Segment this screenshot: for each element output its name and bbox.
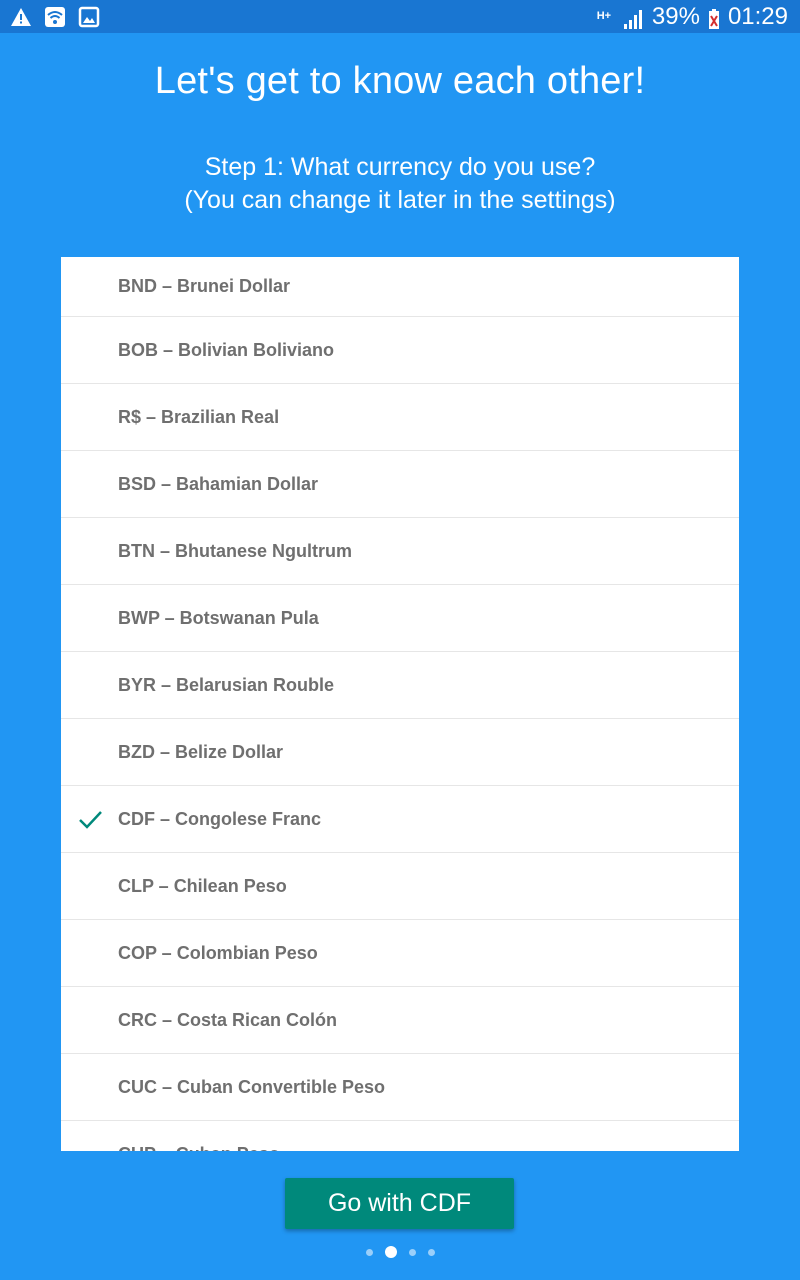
currency-item-label: BTN – Bhutanese Ngultrum xyxy=(118,540,353,561)
currency-item[interactable]: CLP – Chilean Peso xyxy=(61,853,739,920)
page-indicator xyxy=(0,1246,800,1258)
page-title: Let's get to know each other! xyxy=(154,60,646,102)
gallery-icon xyxy=(78,6,100,28)
currency-item-label: CRC – Costa Rican Colón xyxy=(118,1009,338,1030)
currency-item-label: R$ – Brazilian Real xyxy=(118,406,280,427)
checkmark-icon xyxy=(79,811,102,829)
currency-item[interactable]: CDF – Congolese Franc xyxy=(61,786,739,853)
go-with-currency-button[interactable]: Go with CDF xyxy=(285,1178,514,1229)
clock: 01:29 xyxy=(727,3,788,30)
currency-item-label: BYR – Belarusian Rouble xyxy=(118,674,335,695)
currency-item[interactable]: BTN – Bhutanese Ngultrum xyxy=(61,518,739,585)
currency-item[interactable]: COP – Colombian Peso xyxy=(61,920,739,987)
subtitle-step: Step 1: What currency do you use? xyxy=(204,153,596,181)
currency-item[interactable]: CRC – Costa Rican Colón xyxy=(61,987,739,1054)
page-dot xyxy=(408,1248,416,1256)
currency-item[interactable]: BSD – Bahamian Dollar xyxy=(61,451,739,518)
currency-item[interactable]: CUC – Cuban Convertible Peso xyxy=(61,1054,739,1121)
currency-item-label: BWP – Botswanan Pula xyxy=(118,607,319,628)
battery-icon xyxy=(708,6,720,29)
network-type: H+ xyxy=(596,10,612,22)
currency-item[interactable]: CUP – Cuban Peso xyxy=(61,1121,739,1152)
battery-percent: 39% xyxy=(651,3,700,30)
currency-item-label: COP – Colombian Peso xyxy=(118,942,318,963)
currency-item[interactable]: BWP – Botswanan Pula xyxy=(61,585,739,652)
currency-item-label: BZD – Belize Dollar xyxy=(118,741,284,762)
currency-item-label: CUP – Cuban Peso xyxy=(118,1144,280,1152)
currency-item[interactable]: BZD – Belize Dollar xyxy=(61,719,739,786)
currency-item-label: CDF – Congolese Franc xyxy=(118,808,322,829)
page-subtitle: Step 1: What currency do you use? (You c… xyxy=(0,151,800,217)
currency-item[interactable]: BND – Brunei Dollar xyxy=(61,257,739,317)
status-right: H+ 39% 01:29 xyxy=(594,0,788,33)
warning-icon xyxy=(10,6,32,28)
currency-item-label: CUC – Cuban Convertible Peso xyxy=(118,1076,386,1097)
currency-list[interactable]: BND – Brunei Dollar BOB – Bolivian Bolivi… xyxy=(61,257,739,1151)
currency-item-label: BOB – Bolivian Boliviano xyxy=(118,339,335,360)
signal-icon xyxy=(622,6,644,29)
page-dot xyxy=(384,1246,397,1258)
currency-item-label: BSD – Bahamian Dollar xyxy=(118,473,319,494)
wifi-icon xyxy=(44,6,66,28)
currency-item[interactable]: BOB – Bolivian Boliviano xyxy=(61,317,739,384)
status-left xyxy=(10,6,100,28)
page-dot xyxy=(427,1248,435,1256)
status-bar: H+ 39% 01:29 xyxy=(0,0,800,33)
currency-item[interactable]: R$ – Brazilian Real xyxy=(61,384,739,451)
currency-item-label: BND – Brunei Dollar xyxy=(118,276,291,296)
currency-item[interactable]: BYR – Belarusian Rouble xyxy=(61,652,739,719)
page-dot xyxy=(365,1248,373,1256)
currency-item-label: CLP – Chilean Peso xyxy=(118,875,287,896)
subtitle-hint: (You can change it later in the settings… xyxy=(184,186,616,214)
